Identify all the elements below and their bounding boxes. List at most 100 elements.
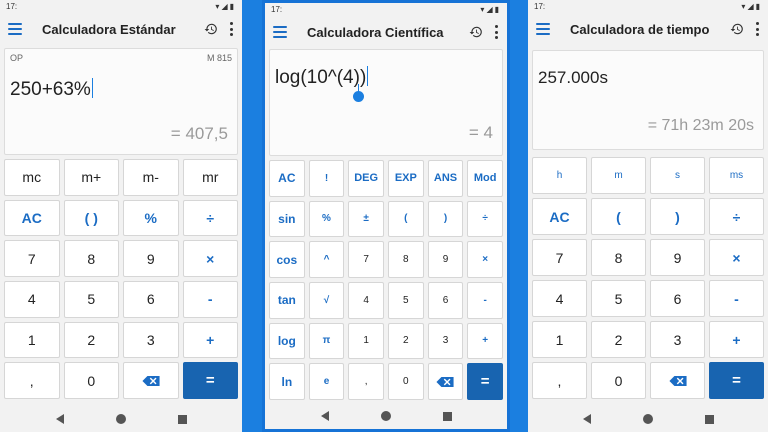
key-open-paren[interactable]: (: [591, 198, 646, 235]
key-close-paren[interactable]: ): [427, 200, 464, 238]
key-tan[interactable]: tan: [269, 282, 305, 319]
key-2[interactable]: 2: [388, 322, 424, 360]
history-icon[interactable]: [204, 22, 218, 36]
cursor-handle[interactable]: [353, 91, 364, 102]
key-ms[interactable]: ms: [709, 157, 764, 194]
menu-icon[interactable]: [534, 22, 552, 36]
backspace-button[interactable]: [427, 363, 464, 400]
more-vert-icon[interactable]: [754, 22, 760, 36]
key-exp[interactable]: EXP: [388, 160, 424, 197]
key-9[interactable]: 9: [650, 239, 705, 276]
key-1[interactable]: 1: [532, 321, 587, 358]
key-divide[interactable]: ÷: [182, 199, 238, 237]
key-6[interactable]: 6: [123, 281, 179, 318]
key-1[interactable]: 1: [4, 321, 60, 359]
more-vert-icon[interactable]: [493, 25, 499, 39]
key-close-paren[interactable]: ): [650, 198, 705, 235]
key-s[interactable]: s: [650, 157, 705, 194]
expression-field[interactable]: log(10^(4)): [275, 66, 369, 89]
key-5[interactable]: 5: [63, 281, 119, 318]
key-plus-minus[interactable]: ±: [348, 200, 384, 238]
key-multiply[interactable]: ×: [709, 239, 764, 276]
back-icon[interactable]: [55, 414, 64, 424]
key-equals[interactable]: =: [182, 362, 238, 399]
key-7[interactable]: 7: [348, 241, 384, 278]
home-icon[interactable]: [115, 414, 126, 424]
key-ac[interactable]: AC: [532, 198, 587, 235]
more-vert-icon[interactable]: [228, 22, 234, 36]
key-4[interactable]: 4: [4, 281, 60, 318]
home-icon[interactable]: [642, 414, 653, 424]
recents-icon[interactable]: [442, 411, 452, 421]
key-m-plus[interactable]: m+: [63, 159, 119, 196]
key-2[interactable]: 2: [63, 321, 119, 359]
key-percent[interactable]: %: [308, 200, 345, 238]
menu-icon[interactable]: [271, 25, 289, 39]
key-pi[interactable]: π: [308, 322, 345, 360]
expression-field[interactable]: 250+63%: [10, 78, 93, 101]
key-factorial[interactable]: !: [308, 160, 345, 197]
key-9[interactable]: 9: [123, 240, 179, 277]
recents-icon[interactable]: [704, 414, 714, 424]
recents-icon[interactable]: [177, 414, 187, 424]
back-icon[interactable]: [320, 411, 329, 421]
key-log[interactable]: log: [269, 322, 305, 360]
key-2[interactable]: 2: [591, 321, 646, 358]
key-8[interactable]: 8: [63, 240, 119, 277]
key-9[interactable]: 9: [427, 241, 464, 278]
backspace-button[interactable]: [123, 362, 179, 399]
key-7[interactable]: 7: [532, 239, 587, 276]
key-6[interactable]: 6: [427, 282, 464, 319]
key-multiply[interactable]: ×: [182, 240, 238, 277]
key-1[interactable]: 1: [348, 322, 384, 360]
backspace-button[interactable]: [650, 362, 705, 399]
key-minus[interactable]: -: [467, 282, 503, 319]
key-decimal[interactable]: ,: [348, 363, 384, 400]
key-3[interactable]: 3: [650, 321, 705, 358]
key-plus[interactable]: +: [467, 322, 503, 360]
key-decimal[interactable]: ,: [4, 362, 60, 399]
key-8[interactable]: 8: [591, 239, 646, 276]
key-mr[interactable]: mr: [182, 159, 238, 196]
key-sqrt[interactable]: √: [308, 282, 345, 319]
back-icon[interactable]: [582, 414, 591, 424]
key-equals[interactable]: =: [467, 363, 503, 400]
key-mod[interactable]: Mod: [467, 160, 503, 197]
key-3[interactable]: 3: [427, 322, 464, 360]
key-0[interactable]: 0: [388, 363, 424, 400]
key-h[interactable]: h: [532, 157, 587, 194]
key-deg[interactable]: DEG: [348, 160, 384, 197]
key-ac[interactable]: AC: [269, 160, 305, 197]
history-icon[interactable]: [730, 22, 744, 36]
key-divide[interactable]: ÷: [467, 200, 503, 238]
key-minus[interactable]: -: [709, 280, 764, 317]
key-parentheses[interactable]: ( ): [63, 199, 119, 237]
key-3[interactable]: 3: [123, 321, 179, 359]
key-mc[interactable]: mc: [4, 159, 60, 196]
key-divide[interactable]: ÷: [709, 198, 764, 235]
home-icon[interactable]: [380, 411, 391, 421]
key-7[interactable]: 7: [4, 240, 60, 277]
key-0[interactable]: 0: [591, 362, 646, 399]
key-ac[interactable]: AC: [4, 199, 60, 237]
key-open-paren[interactable]: (: [388, 200, 424, 238]
key-6[interactable]: 6: [650, 280, 705, 317]
key-minus[interactable]: -: [182, 281, 238, 318]
key-percent[interactable]: %: [123, 199, 179, 237]
key-multiply[interactable]: ×: [467, 241, 503, 278]
key-power[interactable]: ^: [308, 241, 345, 278]
key-5[interactable]: 5: [388, 282, 424, 319]
key-e[interactable]: e: [308, 363, 345, 400]
key-ans[interactable]: ANS: [427, 160, 464, 197]
key-m-minus[interactable]: m-: [123, 159, 179, 196]
key-equals[interactable]: =: [709, 362, 764, 399]
key-0[interactable]: 0: [63, 362, 119, 399]
key-m[interactable]: m: [591, 157, 646, 194]
history-icon[interactable]: [469, 25, 483, 39]
key-4[interactable]: 4: [532, 280, 587, 317]
expression-field[interactable]: 257.000s: [538, 68, 608, 88]
key-plus[interactable]: +: [709, 321, 764, 358]
key-5[interactable]: 5: [591, 280, 646, 317]
key-plus[interactable]: +: [182, 321, 238, 359]
key-ln[interactable]: ln: [269, 363, 305, 400]
